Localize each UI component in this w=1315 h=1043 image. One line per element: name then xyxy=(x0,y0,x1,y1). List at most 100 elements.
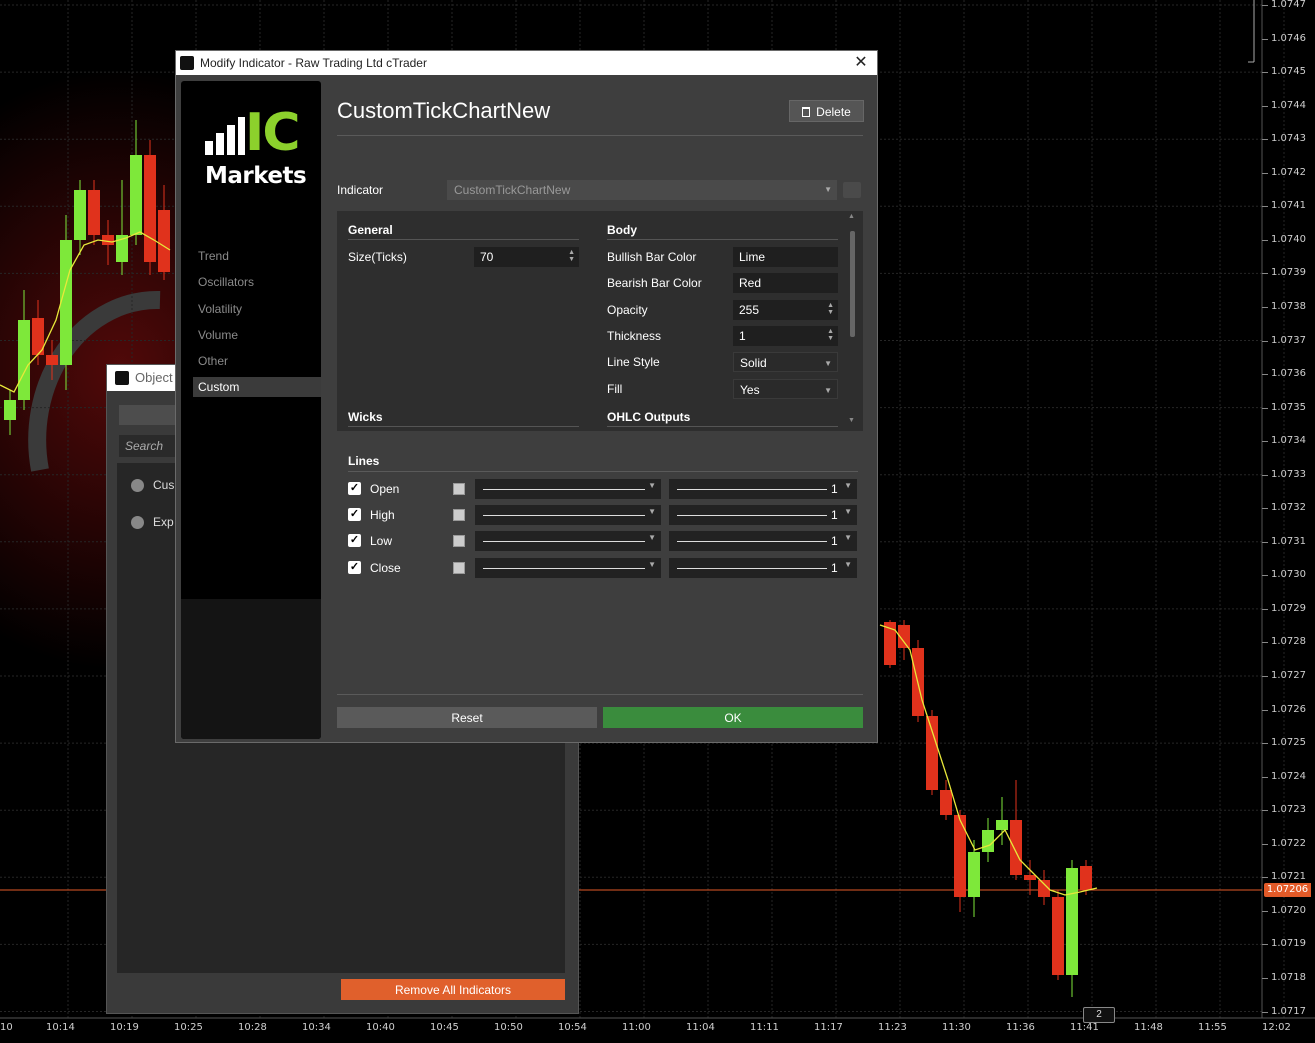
price-axis-label: 1.0747 xyxy=(1271,0,1306,10)
time-axis-label: 10:45 xyxy=(430,1022,459,1033)
line-row-close: ✓ Close ▼ 1 ▼ xyxy=(348,558,858,578)
bullish-bar-color-label: Bullish Bar Color xyxy=(607,250,697,264)
close-checkbox[interactable]: ✓ xyxy=(348,561,361,574)
candle-body xyxy=(88,190,100,235)
candle-body xyxy=(1080,866,1092,890)
chevron-down-icon: ▼ xyxy=(824,185,832,194)
indicator-select[interactable]: CustomTickChartNew ▼ xyxy=(447,180,837,200)
candle-body xyxy=(968,852,980,897)
line-style-select[interactable]: ▼ xyxy=(475,531,661,551)
time-axis-label: 10:40 xyxy=(366,1022,395,1033)
object-manager-title: Object xyxy=(135,370,173,385)
line-thickness-select[interactable]: 1 ▼ xyxy=(669,505,857,525)
category-other[interactable]: Other xyxy=(198,354,228,368)
current-price-badge: 1.07206 xyxy=(1264,883,1311,897)
price-axis-label: 1.0730 xyxy=(1271,569,1306,581)
line-style-select[interactable]: ▼ xyxy=(475,558,661,578)
category-custom[interactable]: Custom xyxy=(193,377,321,397)
bar-count-badge[interactable]: 2 xyxy=(1083,1007,1115,1023)
price-axis-label: 1.0729 xyxy=(1271,602,1306,614)
remove-all-indicators-button[interactable]: Remove All Indicators xyxy=(341,979,565,1000)
spinner-icon[interactable]: ▲ ▼ xyxy=(568,249,575,263)
line-style-select[interactable]: Solid ▼ xyxy=(733,352,838,372)
category-oscillators[interactable]: Oscillators xyxy=(198,275,254,289)
price-axis-label: 1.0723 xyxy=(1271,804,1306,816)
body-section-title: Body xyxy=(607,223,637,237)
fill-select[interactable]: Yes ▼ xyxy=(733,379,838,399)
time-axis-label: 11:41 xyxy=(1070,1022,1099,1033)
indicator-icon xyxy=(131,479,144,493)
opacity-label: Opacity xyxy=(607,303,648,317)
chevron-down-icon: ▼ xyxy=(648,507,656,516)
price-axis-label: 1.0745 xyxy=(1271,66,1306,78)
line-thickness-select[interactable]: 1 ▼ xyxy=(669,479,857,499)
candle-body xyxy=(940,790,952,815)
price-axis-label: 1.0746 xyxy=(1271,32,1306,44)
thickness-input[interactable]: 1 ▲ ▼ xyxy=(733,326,838,346)
list-item[interactable]: Cus xyxy=(131,475,174,495)
price-axis-label: 1.0726 xyxy=(1271,703,1306,715)
chevron-down-icon: ▼ xyxy=(844,507,852,516)
bearish-bar-color-label: Bearish Bar Color xyxy=(607,276,702,290)
size-ticks-input[interactable]: 70 ▲ ▼ xyxy=(474,247,579,267)
candle-body xyxy=(46,355,58,365)
line-row-label: Open xyxy=(370,482,400,496)
price-axis-label: 1.0725 xyxy=(1271,737,1306,749)
line-style-select[interactable]: ▼ xyxy=(475,479,661,499)
category-volume[interactable]: Volume xyxy=(198,328,238,342)
category-trend[interactable]: Trend xyxy=(198,249,229,263)
high-checkbox[interactable]: ✓ xyxy=(348,508,361,521)
parameters-scrollbar[interactable]: ▲ ▼ xyxy=(848,213,857,425)
time-axis-label: 11:48 xyxy=(1134,1022,1163,1033)
video-icon[interactable] xyxy=(843,182,861,198)
category-volatility[interactable]: Volatility xyxy=(198,302,242,316)
thickness-label: Thickness xyxy=(607,329,662,343)
ok-button[interactable]: OK xyxy=(603,707,863,728)
dialog-titlebar[interactable]: Modify Indicator - Raw Trading Ltd cTrad… xyxy=(176,51,877,75)
modify-indicator-dialog[interactable]: Modify Indicator - Raw Trading Ltd cTrad… xyxy=(175,50,878,743)
indicator-name-heading: CustomTickChartNew xyxy=(337,98,551,123)
price-axis-label: 1.0731 xyxy=(1271,535,1306,547)
line-thickness-select[interactable]: 1 ▼ xyxy=(669,558,857,578)
spinner-icon[interactable]: ▲ ▼ xyxy=(827,302,834,316)
opacity-input[interactable]: 255 ▲ ▼ xyxy=(733,300,838,320)
price-axis-label: 1.0724 xyxy=(1271,770,1306,782)
line-style-select[interactable]: ▼ xyxy=(475,505,661,525)
spinner-icon[interactable]: ▲ ▼ xyxy=(827,328,834,342)
price-axis-label: 1.0738 xyxy=(1271,300,1306,312)
line-color-swatch[interactable] xyxy=(453,509,465,521)
scroll-up-icon[interactable]: ▲ xyxy=(848,213,855,220)
line-thickness-select[interactable]: 1 ▼ xyxy=(669,531,857,551)
candle-body xyxy=(1066,868,1078,975)
size-ticks-label: Size(Ticks) xyxy=(348,250,407,264)
delete-button[interactable]: Delete xyxy=(789,100,864,122)
price-axis-label: 1.0742 xyxy=(1271,166,1306,178)
bearish-bar-color-field[interactable]: Red xyxy=(733,273,838,293)
scroll-down-icon[interactable]: ▼ xyxy=(848,417,855,424)
bullish-bar-color-field[interactable]: Lime xyxy=(733,247,838,267)
chevron-down-icon: ▼ xyxy=(844,560,852,569)
time-axis-label: 10 xyxy=(0,1022,13,1033)
price-axis-label: 1.0741 xyxy=(1271,200,1306,212)
low-checkbox[interactable]: ✓ xyxy=(348,534,361,547)
reset-button[interactable]: Reset xyxy=(337,707,597,728)
list-item[interactable]: Exp xyxy=(131,512,174,532)
candle-body xyxy=(982,830,994,852)
candle-body xyxy=(996,820,1008,830)
lines-section-title: Lines xyxy=(348,454,380,468)
chevron-down-icon: ▼ xyxy=(648,481,656,490)
price-axis-label: 1.0720 xyxy=(1271,904,1306,916)
open-checkbox[interactable]: ✓ xyxy=(348,482,361,495)
time-axis-label: 10:14 xyxy=(46,1022,75,1033)
price-axis-label: 1.0734 xyxy=(1271,435,1306,447)
price-axis-label: 1.0740 xyxy=(1271,233,1306,245)
price-axis-label: 1.0722 xyxy=(1271,837,1306,849)
close-icon[interactable]: ✕ xyxy=(851,51,871,75)
line-row-label: High xyxy=(370,508,395,522)
price-axis-label: 1.0721 xyxy=(1271,871,1306,883)
line-color-swatch[interactable] xyxy=(453,562,465,574)
line-color-swatch[interactable] xyxy=(453,535,465,547)
line-row-label: Low xyxy=(370,534,393,548)
line-color-swatch[interactable] xyxy=(453,483,465,495)
scroll-thumb[interactable] xyxy=(850,231,855,337)
